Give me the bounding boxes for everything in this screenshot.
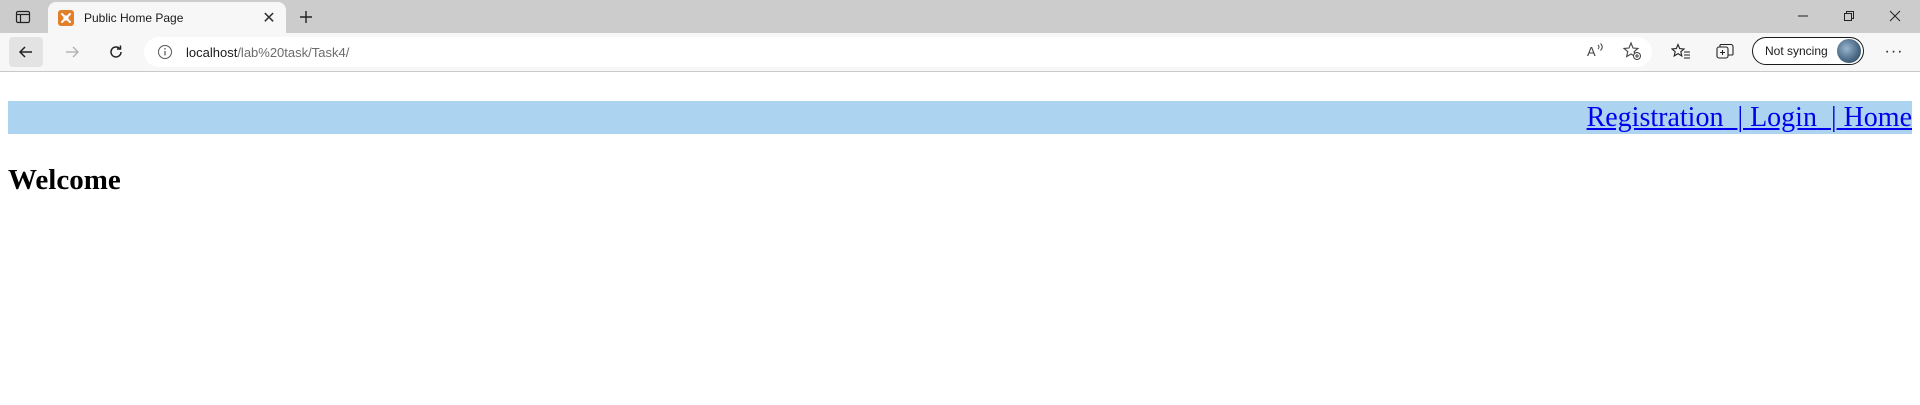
page-heading: Welcome xyxy=(8,164,121,196)
separator-text: | xyxy=(1737,102,1744,133)
add-favorite-icon[interactable] xyxy=(1620,39,1644,63)
more-options-icon[interactable]: ··· xyxy=(1880,39,1908,65)
login-link[interactable]: Login xyxy=(1750,102,1817,133)
url-host: localhost xyxy=(186,44,238,60)
nav-separator: | xyxy=(1817,102,1844,133)
read-aloud-icon[interactable]: A xyxy=(1584,39,1608,63)
tab-actions-icon[interactable] xyxy=(8,4,38,30)
collections-icon[interactable] xyxy=(1712,40,1738,64)
url-path: /lab%20task/Task4/ xyxy=(237,44,350,60)
profile-sync-button[interactable]: Not syncing xyxy=(1752,37,1864,65)
xampp-favicon-icon xyxy=(58,9,74,26)
nav-separator: | xyxy=(1723,102,1750,133)
avatar xyxy=(1837,39,1861,63)
browser-toolbar: localhost/lab%20task/Task4/ A Not syncin… xyxy=(0,33,1920,72)
restore-icon[interactable] xyxy=(1826,0,1872,32)
tab-public-home-page[interactable]: Public Home Page ✕ xyxy=(48,2,286,33)
tab-strip: Public Home Page ✕ xyxy=(0,0,1920,33)
close-icon[interactable]: ✕ xyxy=(258,7,280,29)
favorites-icon[interactable] xyxy=(1668,40,1694,64)
new-tab-icon[interactable] xyxy=(292,4,320,30)
info-icon[interactable] xyxy=(156,43,174,61)
close-window-icon[interactable] xyxy=(1872,0,1918,32)
web-page: Registration | Login | Home Welcome xyxy=(0,72,1920,405)
separator-text: | xyxy=(1830,102,1837,133)
back-arrow-icon[interactable] xyxy=(9,37,43,67)
refresh-icon[interactable] xyxy=(99,37,133,67)
forward-arrow-icon[interactable] xyxy=(55,37,89,67)
address-bar[interactable]: localhost/lab%20task/Task4/ xyxy=(144,37,1652,67)
tab-title: Public Home Page xyxy=(84,10,184,25)
top-navigation: Registration | Login | Home xyxy=(8,101,1912,134)
sync-status-label: Not syncing xyxy=(1765,44,1828,58)
minimize-icon[interactable] xyxy=(1780,0,1826,32)
url-text[interactable]: localhost/lab%20task/Task4/ xyxy=(186,45,1652,60)
svg-text:A: A xyxy=(1587,44,1596,59)
registration-link[interactable]: Registration xyxy=(1587,102,1724,133)
home-link[interactable]: Home xyxy=(1844,102,1912,133)
